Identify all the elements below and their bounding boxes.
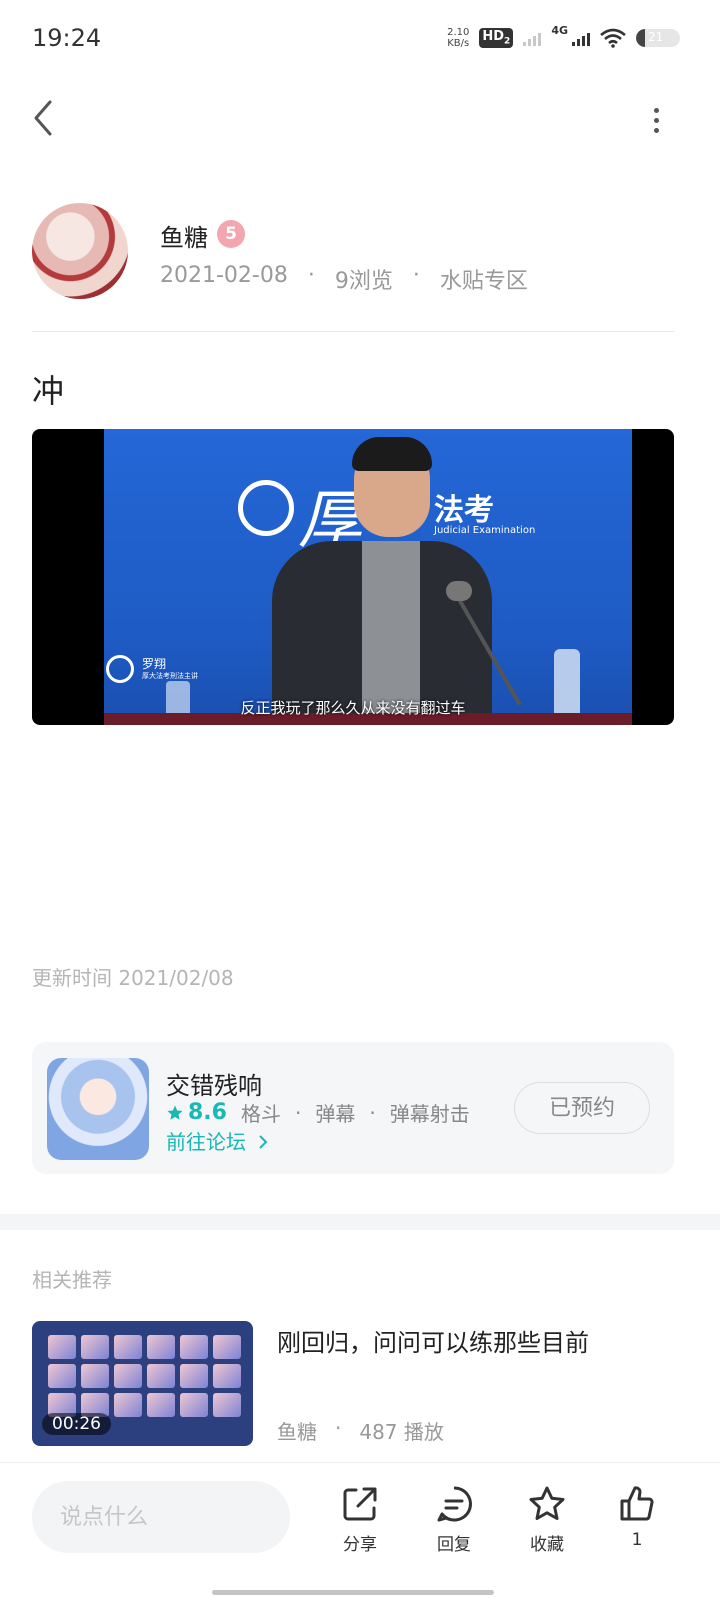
divider <box>32 331 674 332</box>
lecturer-title: 厚大法考刑法主讲 <box>142 671 198 680</box>
related-author: 鱼糖 <box>277 1420 317 1444</box>
video-duration: 00:26 <box>42 1413 111 1435</box>
more-button[interactable] <box>644 100 668 140</box>
microphone-icon <box>446 581 472 601</box>
section-separator <box>0 1214 720 1230</box>
like-icon <box>620 1486 654 1521</box>
game-tag: 弹幕 <box>315 1102 356 1126</box>
status-icons: 2.10 KB/s HD2 4G 21 <box>447 24 680 52</box>
video-player[interactable]: 厚 法考 Judicial Examination 罗翔 厚大法考刑法主讲 反正… <box>32 429 674 725</box>
back-icon <box>34 100 52 136</box>
chevron-right-icon <box>259 1135 268 1149</box>
back-button[interactable] <box>28 96 68 140</box>
tag-separator: · <box>294 1100 302 1125</box>
signal-sim2-icon <box>572 30 590 46</box>
post-board[interactable]: 水贴专区 <box>440 263 528 295</box>
post-meta: 2021-02-08 · 9浏览 · 水贴专区 <box>160 263 528 295</box>
post-date: 2021-02-08 <box>160 263 288 288</box>
like-button[interactable]: 1 <box>605 1484 669 1550</box>
share-label: 分享 <box>343 1535 377 1555</box>
tag-separator: · <box>369 1100 376 1125</box>
favorite-icon <box>529 1486 565 1520</box>
post-views: 9浏览 <box>334 269 393 294</box>
nameplate-logo-icon <box>106 655 134 683</box>
post-title: 冲 <box>32 372 65 410</box>
lecturer-name: 罗翔 <box>142 656 167 671</box>
network-type-label: 4G <box>551 24 568 37</box>
author-name[interactable]: 鱼糖 <box>160 218 208 253</box>
presenter-hair <box>352 437 432 471</box>
related-video-meta: 鱼糖 · 487 播放 <box>277 1416 444 1445</box>
status-time: 19:24 <box>32 24 102 52</box>
level-badge: 5 <box>217 220 245 248</box>
related-video-thumbnail[interactable]: 00:26 <box>32 1321 253 1446</box>
video-subtitle: 反正我玩了那么久从来没有翻过车 <box>240 699 466 717</box>
related-section-label: 相关推荐 <box>32 1268 112 1292</box>
reply-label: 回复 <box>437 1535 471 1555</box>
share-icon <box>343 1487 377 1521</box>
game-tag: 格斗 <box>240 1102 281 1126</box>
reply-icon <box>437 1486 472 1522</box>
game-name[interactable]: 交错残响 <box>166 1066 262 1101</box>
meta-separator: · <box>335 1416 342 1440</box>
more-icon <box>653 107 659 133</box>
forum-link[interactable]: 前往论坛 <box>166 1126 270 1155</box>
wifi-icon <box>600 28 626 48</box>
favorite-button[interactable]: 收藏 <box>515 1484 579 1555</box>
signal-sim1-icon <box>523 30 542 46</box>
reserve-button[interactable]: 已预约 <box>514 1082 650 1134</box>
game-tag: 弹幕射击 <box>389 1102 470 1126</box>
star-icon <box>167 1105 183 1120</box>
hd-icon: HD2 <box>479 28 514 48</box>
reply-button[interactable]: 回复 <box>422 1484 486 1555</box>
thumbnail-grid <box>48 1335 244 1417</box>
game-icon[interactable] <box>47 1058 149 1160</box>
like-count: 1 <box>631 1530 643 1550</box>
author-avatar[interactable] <box>32 203 128 299</box>
lecturer-nameplate: 罗翔 厚大法考刑法主讲 <box>106 655 198 683</box>
meta-separator: · <box>307 263 315 288</box>
update-time: 更新时间 2021/02/08 <box>32 966 234 990</box>
meta-separator: · <box>412 263 420 288</box>
favorite-label: 收藏 <box>530 1535 564 1555</box>
logo-text: 法考 <box>434 493 494 528</box>
game-rating: 8.6 <box>166 1100 227 1125</box>
network-speed: 2.10 KB/s <box>447 27 470 49</box>
battery-icon: 21 <box>636 29 680 47</box>
share-button[interactable]: 分享 <box>328 1484 392 1555</box>
logo-subtext: Judicial Examination <box>434 525 536 536</box>
home-indicator[interactable] <box>212 1590 494 1595</box>
related-video-title[interactable]: 刚回归，问问可以练那些目前 <box>277 1323 589 1358</box>
comment-input[interactable] <box>32 1481 290 1553</box>
game-meta: 8.6 格斗 · 弹幕 · 弹幕射击 <box>166 1098 470 1127</box>
related-plays: 487 播放 <box>359 1420 444 1444</box>
logo-icon <box>238 480 294 536</box>
